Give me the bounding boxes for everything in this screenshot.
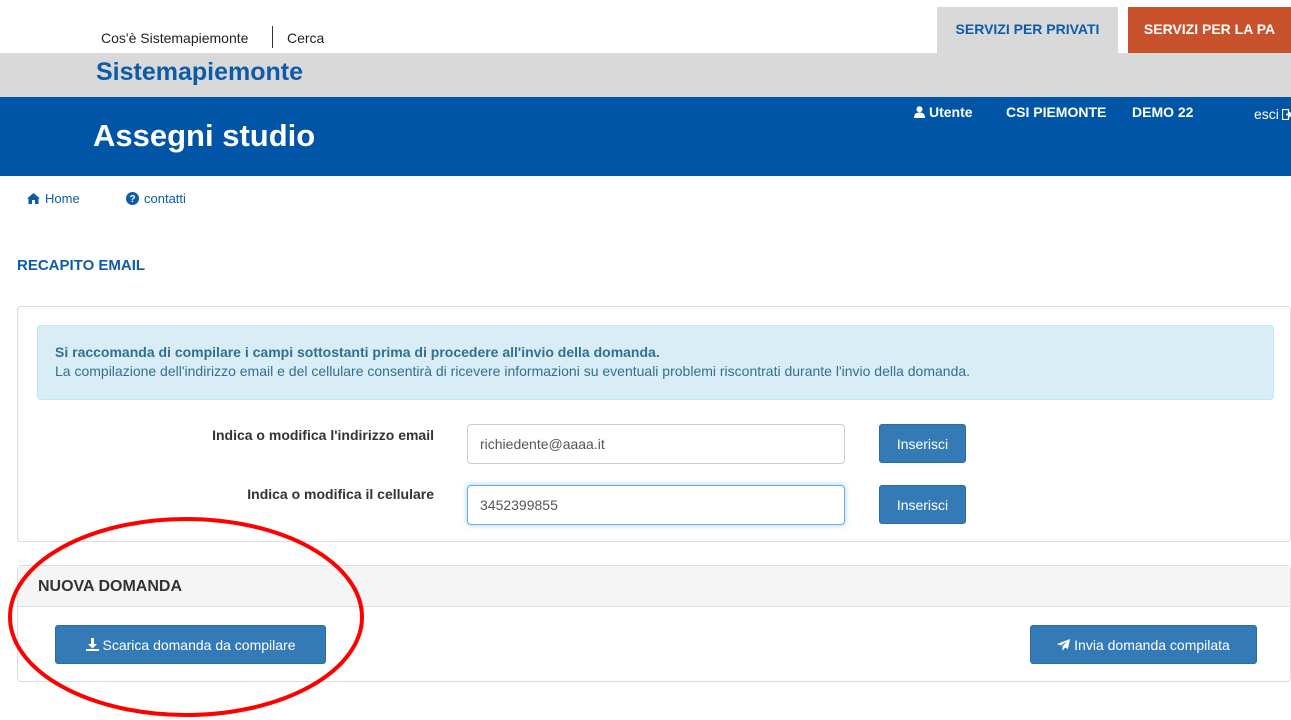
- user-icon: [914, 106, 925, 118]
- logout-link[interactable]: esci: [1254, 106, 1291, 122]
- brand-logo-text[interactable]: Sistemapiemonte: [96, 58, 303, 87]
- download-form-button[interactable]: Scarica domanda da compilare: [55, 625, 326, 664]
- nav-contacts[interactable]: ? contatti: [126, 191, 186, 206]
- svg-text:?: ?: [129, 194, 135, 205]
- user-label-text: Utente: [929, 104, 973, 120]
- insert-phone-button-label: Inserisci: [896, 496, 949, 513]
- alert-title: Si raccomanda di compilare i campi sotto…: [55, 344, 660, 360]
- about-link[interactable]: Cos'è Sistemapiemonte: [101, 30, 248, 46]
- logout-icon: [1281, 108, 1291, 120]
- home-icon: [27, 193, 40, 204]
- util-divider: [272, 26, 273, 48]
- tab-servizi-privati-label: SERVIZI PER PRIVATI: [955, 21, 1100, 37]
- nav-contacts-label: contatti: [144, 191, 186, 206]
- section-title: RECAPITO EMAIL: [17, 257, 146, 274]
- download-icon: [85, 638, 99, 651]
- nav-home[interactable]: Home: [27, 191, 80, 206]
- tab-servizi-pa-label: SERVIZI PER LA PA: [1143, 21, 1276, 37]
- phone-label: Indica o modifica il cellulare: [247, 486, 434, 502]
- email-field[interactable]: [467, 424, 845, 464]
- question-circle-icon: ?: [126, 192, 139, 205]
- nav-home-label: Home: [45, 191, 80, 206]
- paper-plane-icon: [1057, 638, 1071, 651]
- logout-label: esci: [1254, 106, 1279, 122]
- insert-email-button-label: Inserisci: [896, 435, 949, 452]
- user-code: DEMO 22: [1132, 104, 1194, 120]
- info-alert: Si raccomanda di compilare i campi sotto…: [37, 325, 1274, 400]
- app-title: Assegni studio: [93, 118, 316, 153]
- search-link[interactable]: Cerca: [287, 30, 324, 46]
- new-request-title: NUOVA DOMANDA: [38, 578, 182, 595]
- tab-servizi-pa[interactable]: SERVIZI PER LA PA: [1128, 7, 1291, 53]
- tab-servizi-privati[interactable]: SERVIZI PER PRIVATI: [937, 7, 1118, 53]
- send-form-button-label: Invia domanda compilata: [1074, 636, 1230, 653]
- download-form-button-label: Scarica domanda da compilare: [102, 636, 296, 653]
- user-label: Utente: [914, 104, 973, 120]
- insert-email-button[interactable]: Inserisci: [879, 424, 966, 463]
- alert-text: La compilazione dell'indirizzo email e d…: [55, 363, 971, 379]
- insert-phone-button[interactable]: Inserisci: [879, 485, 966, 524]
- send-form-button[interactable]: Invia domanda compilata: [1030, 625, 1257, 664]
- user-name: CSI PIEMONTE: [1006, 104, 1107, 120]
- email-label: Indica o modifica l'indirizzo email: [212, 427, 434, 443]
- phone-field[interactable]: [467, 485, 845, 525]
- new-request-header: [18, 566, 1290, 607]
